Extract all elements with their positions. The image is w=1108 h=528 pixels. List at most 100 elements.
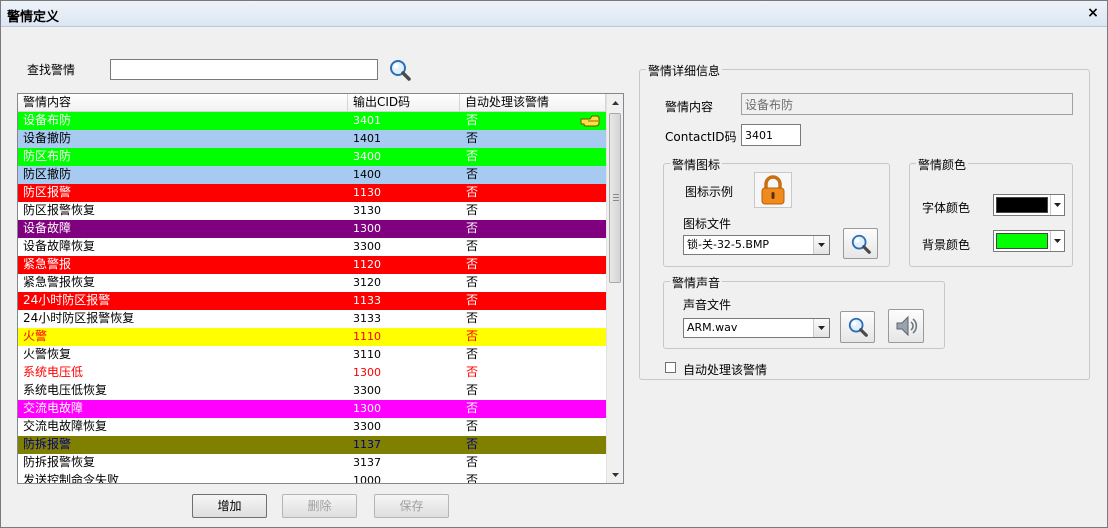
table-row[interactable]: 防区布防 3400 否 (18, 148, 606, 166)
table-row[interactable]: 设备撤防 1401 否 (18, 130, 606, 148)
cell-content: 火警 (23, 329, 48, 343)
table-row[interactable]: 交流电故障 1300 否 (18, 400, 606, 418)
cell-cid: 1137 (353, 438, 381, 451)
cell-auto: 否 (466, 311, 479, 325)
table-row[interactable]: 紧急警报 1120 否 (18, 256, 606, 274)
delete-button[interactable]: 删除 (282, 494, 357, 518)
icon-browse-button[interactable] (843, 228, 878, 259)
cell-content: 紧急警报恢复 (23, 275, 96, 289)
cell-cid: 1300 (353, 222, 381, 235)
search-label: 查找警情 (27, 63, 76, 77)
table-row[interactable]: 系统电压低恢复 3300 否 (18, 382, 606, 400)
table-row[interactable]: 火警恢复 3110 否 (18, 346, 606, 364)
sound-file-label: 声音文件 (683, 298, 732, 312)
cell-auto: 否 (466, 221, 479, 235)
cell-auto: 否 (466, 347, 479, 361)
cell-auto: 否 (466, 257, 479, 271)
cell-cid: 1401 (353, 132, 381, 145)
window-title: 警情定义 (7, 10, 60, 25)
table-row[interactable]: 防拆报警 1137 否 (18, 436, 606, 454)
cell-auto: 否 (466, 239, 479, 253)
cell-cid: 3401 (353, 114, 381, 127)
font-color-label: 字体颜色 (922, 201, 971, 215)
cell-cid: 3130 (353, 204, 381, 217)
cell-content: 系统电压低恢复 (23, 383, 108, 397)
cell-content: 设备故障 (23, 221, 72, 235)
table-row[interactable]: 24小时防区报警恢复 3133 否 (18, 310, 606, 328)
chevron-down-icon (813, 236, 829, 254)
table-row[interactable]: 24小时防区报警 1133 否 (18, 292, 606, 310)
scroll-thumb[interactable] (609, 113, 621, 283)
color-group-title: 警情颜色 (916, 156, 969, 173)
title-bar[interactable]: 警情定义 × (1, 1, 1107, 27)
cell-auto: 否 (466, 293, 479, 307)
cell-cid: 1110 (353, 330, 381, 343)
bg-color-label: 背景颜色 (922, 238, 971, 252)
add-button[interactable]: 增加 (192, 494, 267, 518)
column-header-auto[interactable]: 自动处理该警情 (460, 94, 606, 112)
list-rows: 设备布防 3401 否设备撤防 1401 否防区布防 3400 否防区撤防 1400 否防区报警… (18, 112, 606, 484)
cell-content: 24小时防区报警 (23, 293, 111, 307)
magnifier-icon (848, 317, 868, 337)
cell-auto: 否 (466, 203, 479, 217)
play-sound-button[interactable] (888, 309, 924, 343)
table-row[interactable]: 紧急警报恢复 3120 否 (18, 274, 606, 292)
table-row[interactable]: 防区报警 1130 否 (18, 184, 606, 202)
cell-content: 交流电故障恢复 (23, 419, 108, 433)
cell-cid: 1400 (353, 168, 381, 181)
bg-color-picker[interactable] (993, 230, 1065, 252)
save-button[interactable]: 保存 (374, 494, 449, 518)
cell-cid: 3300 (353, 384, 381, 397)
font-color-picker[interactable] (993, 194, 1065, 216)
chevron-down-icon (813, 319, 829, 337)
cell-auto: 否 (466, 365, 479, 379)
sound-file-value: ARM.wav (687, 321, 738, 334)
icon-file-value: 锁-关-32-5.BMP (687, 238, 770, 251)
table-row[interactable]: 防区撤防 1400 否 (18, 166, 606, 184)
table-row[interactable]: 交流电故障恢复 3300 否 (18, 418, 606, 436)
cid-label: ContactID码 (665, 130, 737, 144)
table-row[interactable]: 防区报警恢复 3130 否 (18, 202, 606, 220)
sound-file-select[interactable]: ARM.wav (683, 318, 830, 338)
alarm-list[interactable]: 警情内容 输出CID码 自动处理该警情 设备布防 3401 否设备撤防 1401 否防区… (17, 93, 624, 484)
cell-cid: 3133 (353, 312, 381, 325)
search-input[interactable] (110, 59, 378, 80)
table-row[interactable]: 设备故障 1300 否 (18, 220, 606, 238)
close-button[interactable]: × (1085, 4, 1101, 22)
table-row[interactable]: 防拆报警恢复 3137 否 (18, 454, 606, 472)
cell-content: 火警恢复 (23, 347, 72, 361)
vertical-scrollbar[interactable] (606, 94, 623, 483)
cell-cid: 1300 (353, 366, 381, 379)
icon-file-select[interactable]: 锁-关-32-5.BMP (683, 235, 830, 255)
table-row[interactable]: 系统电压低 1300 否 (18, 364, 606, 382)
auto-process-checkbox[interactable] (665, 362, 676, 373)
table-row[interactable]: 设备故障恢复 3300 否 (18, 238, 606, 256)
cell-cid: 1000 (353, 474, 381, 484)
cell-auto: 否 (466, 167, 479, 181)
icon-group-title: 警情图标 (670, 156, 723, 173)
table-row[interactable]: 发送控制命令失败 1000 否 (18, 472, 606, 484)
content-field[interactable] (741, 93, 1073, 115)
cell-cid: 3110 (353, 348, 381, 361)
sound-browse-button[interactable] (840, 311, 875, 343)
cell-content: 设备撤防 (23, 131, 72, 145)
chevron-down-icon (1050, 195, 1064, 215)
cell-auto: 否 (466, 473, 479, 484)
cell-auto: 否 (466, 131, 479, 145)
table-row[interactable]: 设备布防 3401 否 (18, 112, 606, 130)
cell-content: 防拆报警恢复 (23, 455, 96, 469)
alarm-definition-window: 警情定义 × 查找警情 警情内容 输出CID码 自动处理该警情 设备布防 3401… (0, 0, 1108, 528)
search-button[interactable] (385, 55, 415, 85)
cell-auto: 否 (466, 437, 479, 451)
chevron-down-icon (1050, 231, 1064, 251)
cell-content: 防拆报警 (23, 437, 72, 451)
scroll-up-arrow-icon[interactable] (607, 94, 623, 111)
scroll-down-arrow-icon[interactable] (607, 466, 623, 483)
table-row[interactable]: 火警 1110 否 (18, 328, 606, 346)
magnifier-icon (390, 60, 411, 81)
column-header-cid[interactable]: 输出CID码 (348, 94, 460, 112)
column-header-content[interactable]: 警情内容 (18, 94, 348, 112)
cid-field[interactable] (741, 124, 801, 146)
auto-process-label[interactable]: 自动处理该警情 (683, 361, 767, 378)
icon-example-box (754, 172, 792, 208)
